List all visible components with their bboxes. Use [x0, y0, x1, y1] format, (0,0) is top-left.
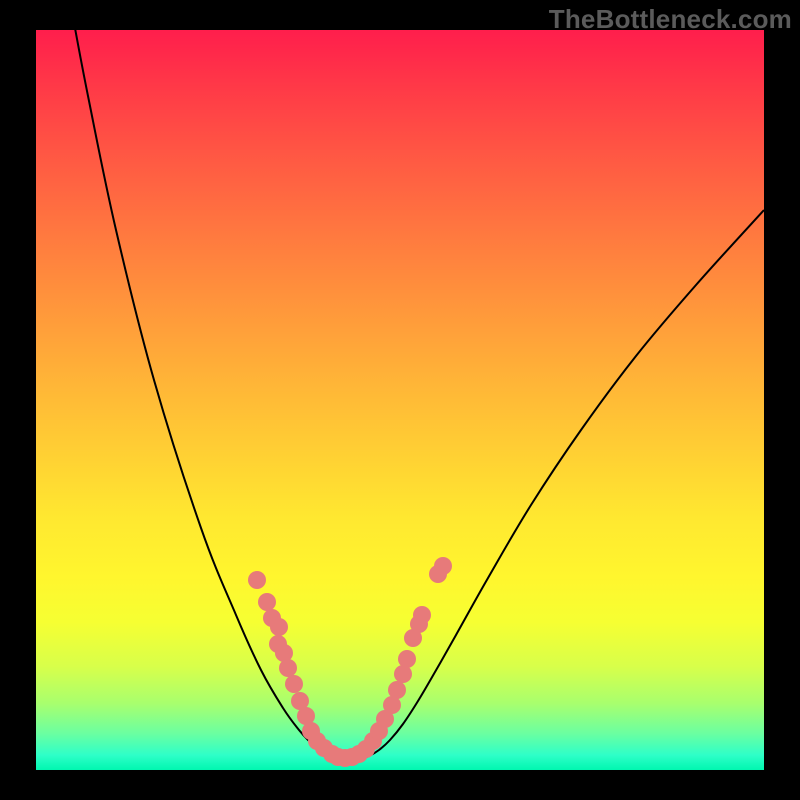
data-marker — [279, 659, 297, 677]
data-marker — [270, 618, 288, 636]
bottleneck-curve — [72, 30, 764, 761]
data-marker — [388, 681, 406, 699]
data-marker — [413, 606, 431, 624]
data-marker — [285, 675, 303, 693]
data-marker — [248, 571, 266, 589]
chart-svg — [36, 30, 764, 770]
data-marker — [398, 650, 416, 668]
data-marker — [434, 557, 452, 575]
plot-area — [36, 30, 764, 770]
data-marker — [258, 593, 276, 611]
chart-frame: TheBottleneck.com — [0, 0, 800, 800]
marker-group — [248, 557, 452, 767]
